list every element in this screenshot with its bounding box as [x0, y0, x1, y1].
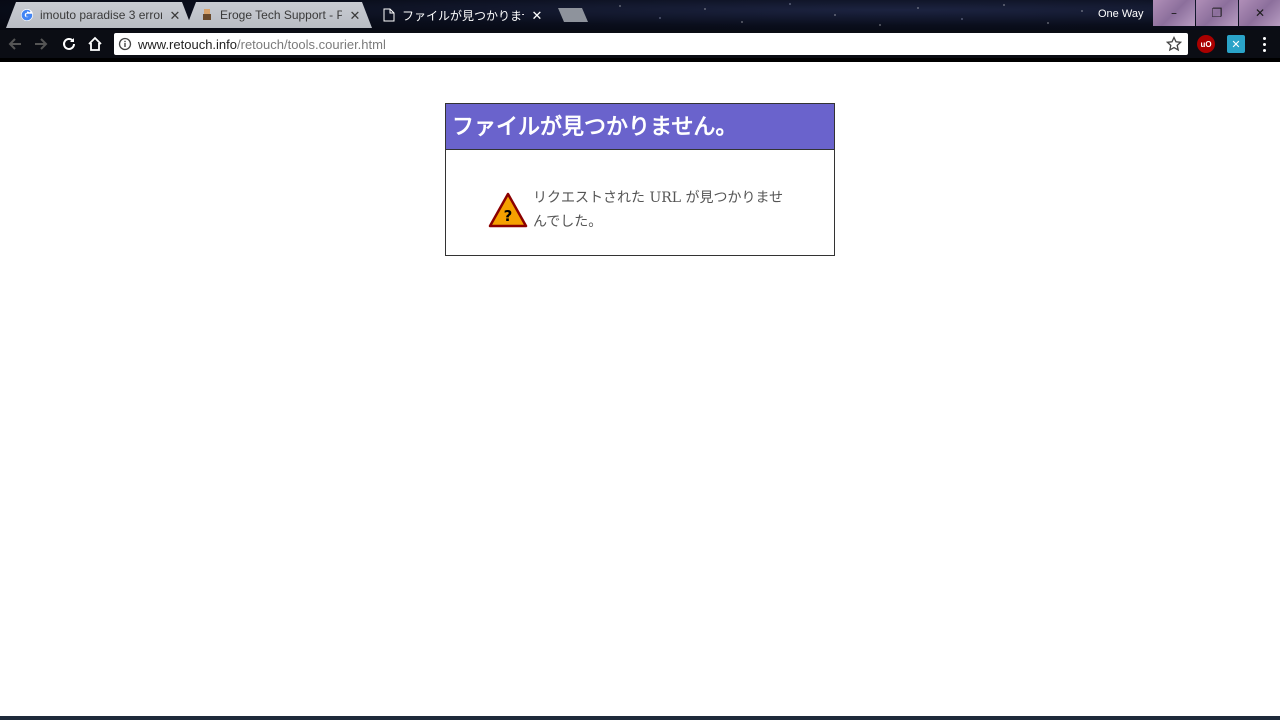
window-controls: – ❐ ✕ — [1152, 0, 1280, 26]
tab-title: imouto paradise 3 error — [40, 8, 162, 22]
new-tab-button[interactable] — [558, 8, 588, 22]
extension-icon[interactable]: ✕ — [1227, 35, 1245, 53]
minimize-button[interactable]: – — [1153, 0, 1195, 26]
bookmark-star-icon[interactable] — [1164, 34, 1184, 54]
taskbar-edge — [0, 716, 1280, 720]
forward-arrow-icon[interactable] — [30, 33, 52, 55]
tab-title: Eroge Tech Support - Po — [220, 8, 342, 22]
maximize-button[interactable]: ❐ — [1196, 0, 1238, 26]
home-icon[interactable] — [84, 33, 106, 55]
close-window-button[interactable]: ✕ — [1239, 0, 1280, 26]
close-icon[interactable]: ✕ — [530, 8, 544, 22]
ublock-extension-icon[interactable]: uO — [1197, 35, 1215, 53]
tab-eroge-tech-support[interactable]: Eroge Tech Support - Po ✕ — [186, 2, 372, 28]
warning-glyph: ? — [504, 207, 513, 225]
tab-title: ファイルが見つかりません。 — [402, 8, 524, 23]
url-text: www.retouch.info/retouch/tools.courier.h… — [138, 37, 386, 52]
reload-icon[interactable] — [58, 33, 80, 55]
page-title: ファイルが見つかりません。 — [446, 104, 834, 150]
close-icon[interactable]: ✕ — [168, 8, 182, 22]
menu-icon[interactable] — [1256, 33, 1272, 55]
profile-button[interactable]: One Way — [1092, 0, 1149, 28]
toolbar-divider — [0, 58, 1280, 62]
url-path: /retouch/tools.courier.html — [237, 36, 386, 52]
google-g-icon — [20, 8, 34, 22]
back-arrow-icon[interactable] — [4, 33, 26, 55]
tab-strip: imouto paradise 3 error ✕ Eroge Tech Sup… — [0, 0, 1280, 30]
url-host: www.retouch.info — [138, 36, 237, 52]
tab-file-not-found[interactable]: ファイルが見つかりません。 ✕ — [368, 2, 554, 28]
error-message: リクエストされた URL が見つかりませんでした。 — [533, 190, 784, 230]
address-bar[interactable]: www.retouch.info/retouch/tools.courier.h… — [114, 33, 1188, 55]
page-icon — [382, 8, 396, 22]
tab-imouto-paradise[interactable]: imouto paradise 3 error ✕ — [6, 2, 192, 28]
character-sprite-icon — [200, 8, 214, 22]
info-icon[interactable] — [114, 33, 136, 55]
error-body: ? リクエストされた URL が見つかりませんでした。 — [446, 150, 834, 254]
warning-icon: ? — [488, 192, 528, 228]
error-box: ファイルが見つかりません。 ? リクエストされた URL が見つかりませんでした… — [445, 103, 835, 256]
close-icon[interactable]: ✕ — [348, 8, 362, 22]
